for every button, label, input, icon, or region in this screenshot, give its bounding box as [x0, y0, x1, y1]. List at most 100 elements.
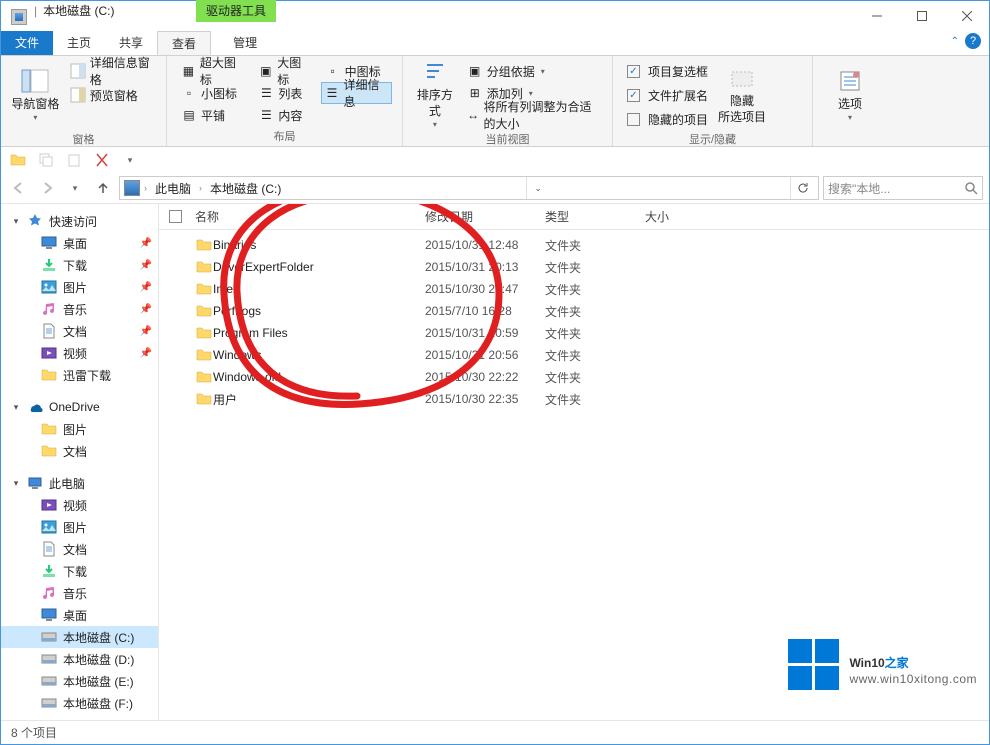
breadcrumb-pc[interactable]: 此电脑 — [151, 180, 195, 197]
layout-l-icons[interactable]: ▣大图标 — [254, 60, 314, 82]
chk-file-extensions[interactable]: ✓文件扩展名 — [623, 84, 712, 106]
sidebar-item[interactable]: 图片 — [1, 418, 158, 440]
folder-icon — [195, 281, 213, 297]
sidebar-item[interactable]: 本地磁盘 (F:) — [1, 692, 158, 714]
sidebar-item[interactable]: 视频📌 — [1, 342, 158, 364]
ribbon-collapse-icon[interactable]: ⌃ — [951, 36, 959, 47]
chk-item-checkboxes[interactable]: ✓项目复选框 — [623, 60, 712, 82]
sidebar-item[interactable]: 文档 — [1, 538, 158, 560]
column-date[interactable]: 修改日期 — [425, 208, 545, 225]
layout-content[interactable]: ☰内容 — [254, 104, 314, 126]
group-by-button[interactable]: ▣分组依据▾ — [463, 60, 602, 82]
show-hide-group-label: 显示/隐藏 — [623, 130, 802, 147]
qat-dropdown-icon[interactable]: ▾ — [119, 149, 141, 171]
folder-icon — [195, 259, 213, 275]
sidebar-item[interactable]: 本地磁盘 (D:) — [1, 648, 158, 670]
sidebar-onedrive[interactable]: ▾OneDrive — [1, 396, 158, 418]
folder-icon — [195, 347, 213, 363]
hide-selected-button[interactable]: 隐藏 所选项目 — [718, 60, 766, 130]
layout-tiles[interactable]: ▤平铺 — [177, 104, 248, 126]
fit-columns-button[interactable]: ↔将所有列调整为合适的大小 — [463, 104, 602, 126]
nav-back-button[interactable] — [7, 176, 31, 200]
layout-details[interactable]: ☰详细信息 — [321, 82, 392, 104]
breadcrumb-drive-icon — [124, 180, 140, 196]
chk-hidden-items[interactable]: 隐藏的项目 — [623, 108, 712, 130]
breadcrumb-history-dropdown[interactable]: ⌄ — [526, 177, 550, 199]
breadcrumb-drive[interactable]: 本地磁盘 (C:) — [206, 180, 285, 197]
help-button[interactable]: ? — [965, 33, 981, 49]
table-row[interactable]: Binaries2015/10/31 12:48文件夹 — [159, 234, 989, 256]
file-type: 文件夹 — [545, 237, 645, 254]
tab-home[interactable]: 主页 — [53, 31, 105, 55]
qat-paste-icon[interactable] — [63, 149, 85, 171]
table-row[interactable]: Windows2015/10/31 20:56文件夹 — [159, 344, 989, 366]
pin-icon: 📌 — [140, 326, 152, 337]
table-row[interactable]: Program Files2015/10/31 20:59文件夹 — [159, 322, 989, 344]
sidebar-item[interactable]: 图片 — [1, 516, 158, 538]
column-type[interactable]: 类型 — [545, 208, 645, 225]
options-button[interactable]: 选项▾ — [823, 60, 877, 130]
sidebar-item[interactable]: 音乐📌 — [1, 298, 158, 320]
pin-icon: 📌 — [140, 238, 152, 249]
file-name: Intel — [213, 282, 425, 296]
sidebar-item[interactable]: 文档📌 — [1, 320, 158, 342]
sidebar-item[interactable]: 下载📌 — [1, 254, 158, 276]
current-view-group-label: 当前视图 — [413, 130, 602, 147]
file-date: 2015/10/30 22:35 — [425, 392, 545, 406]
folder-icon — [195, 391, 213, 407]
table-row[interactable]: Windows.old2015/10/30 22:22文件夹 — [159, 366, 989, 388]
pin-icon: 📌 — [140, 260, 152, 271]
tab-manage[interactable]: 管理 — [219, 31, 271, 55]
tab-share[interactable]: 共享 — [105, 31, 157, 55]
sidebar-item[interactable]: 图片📌 — [1, 276, 158, 298]
search-input[interactable]: 搜索"本地... — [823, 176, 983, 200]
nav-forward-button[interactable] — [35, 176, 59, 200]
sidebar-item[interactable]: 视频 — [1, 494, 158, 516]
sort-button[interactable]: 排序方式▾ — [413, 60, 457, 130]
details-pane-button[interactable]: 详细信息窗格 — [66, 60, 156, 82]
sidebar-item[interactable]: 音乐 — [1, 582, 158, 604]
layout-s-icons[interactable]: ▫小图标 — [177, 82, 248, 104]
layout-list[interactable]: ☰列表 — [254, 82, 314, 104]
column-size[interactable]: 大小 — [645, 208, 725, 225]
file-name: Windows.old — [213, 370, 425, 384]
table-row[interactable]: PerfLogs2015/7/10 16:28文件夹 — [159, 300, 989, 322]
table-row[interactable]: 用户2015/10/30 22:35文件夹 — [159, 388, 989, 410]
qat-copy-icon[interactable] — [35, 149, 57, 171]
nav-recent-dropdown[interactable]: ▾ — [63, 176, 87, 200]
refresh-button[interactable] — [790, 177, 814, 199]
file-date: 2015/10/31 20:59 — [425, 326, 545, 340]
tab-view[interactable]: 查看 — [157, 31, 211, 55]
file-type: 文件夹 — [545, 281, 645, 298]
qat-new-folder-icon[interactable] — [7, 149, 29, 171]
nav-up-button[interactable] — [91, 176, 115, 200]
sidebar-this-pc[interactable]: ▾此电脑 — [1, 472, 158, 494]
close-button[interactable] — [944, 2, 989, 30]
sidebar-item[interactable]: 下载 — [1, 560, 158, 582]
layout-xl-icons[interactable]: ▦超大图标 — [177, 60, 248, 82]
tab-file[interactable]: 文件 — [1, 31, 53, 55]
table-row[interactable]: DriverExpertFolder2015/10/31 20:13文件夹 — [159, 256, 989, 278]
file-name: 用户 — [213, 391, 425, 408]
select-all-checkbox[interactable] — [169, 210, 182, 223]
minimize-button[interactable] — [854, 2, 899, 30]
sidebar-item[interactable]: 桌面📌 — [1, 232, 158, 254]
file-name: Binaries — [213, 238, 425, 252]
maximize-button[interactable] — [899, 2, 944, 30]
sidebar-item[interactable]: 文档 — [1, 440, 158, 462]
sidebar-item[interactable]: 桌面 — [1, 604, 158, 626]
nav-pane-button[interactable]: 导航窗格 ▾ — [11, 60, 60, 130]
table-row[interactable]: Intel2015/10/30 20:47文件夹 — [159, 278, 989, 300]
sidebar-item[interactable]: 本地磁盘 (E:) — [1, 670, 158, 692]
pin-icon: 📌 — [140, 304, 152, 315]
qat-delete-icon[interactable] — [91, 149, 113, 171]
breadcrumb[interactable]: › 此电脑 › 本地磁盘 (C:) ⌄ — [119, 176, 819, 200]
column-name[interactable]: 名称 — [195, 208, 425, 225]
sidebar-item[interactable]: 本地磁盘 (C:) — [1, 626, 158, 648]
contextual-tab-header: 驱动器工具 — [196, 0, 276, 22]
sidebar-quick-access[interactable]: ▾快速访问 — [1, 210, 158, 232]
sidebar-item[interactable]: 迅雷下载 — [1, 364, 158, 386]
pin-icon: 📌 — [140, 348, 152, 359]
file-type: 文件夹 — [545, 369, 645, 386]
preview-pane-button[interactable]: 预览窗格 — [66, 84, 156, 106]
